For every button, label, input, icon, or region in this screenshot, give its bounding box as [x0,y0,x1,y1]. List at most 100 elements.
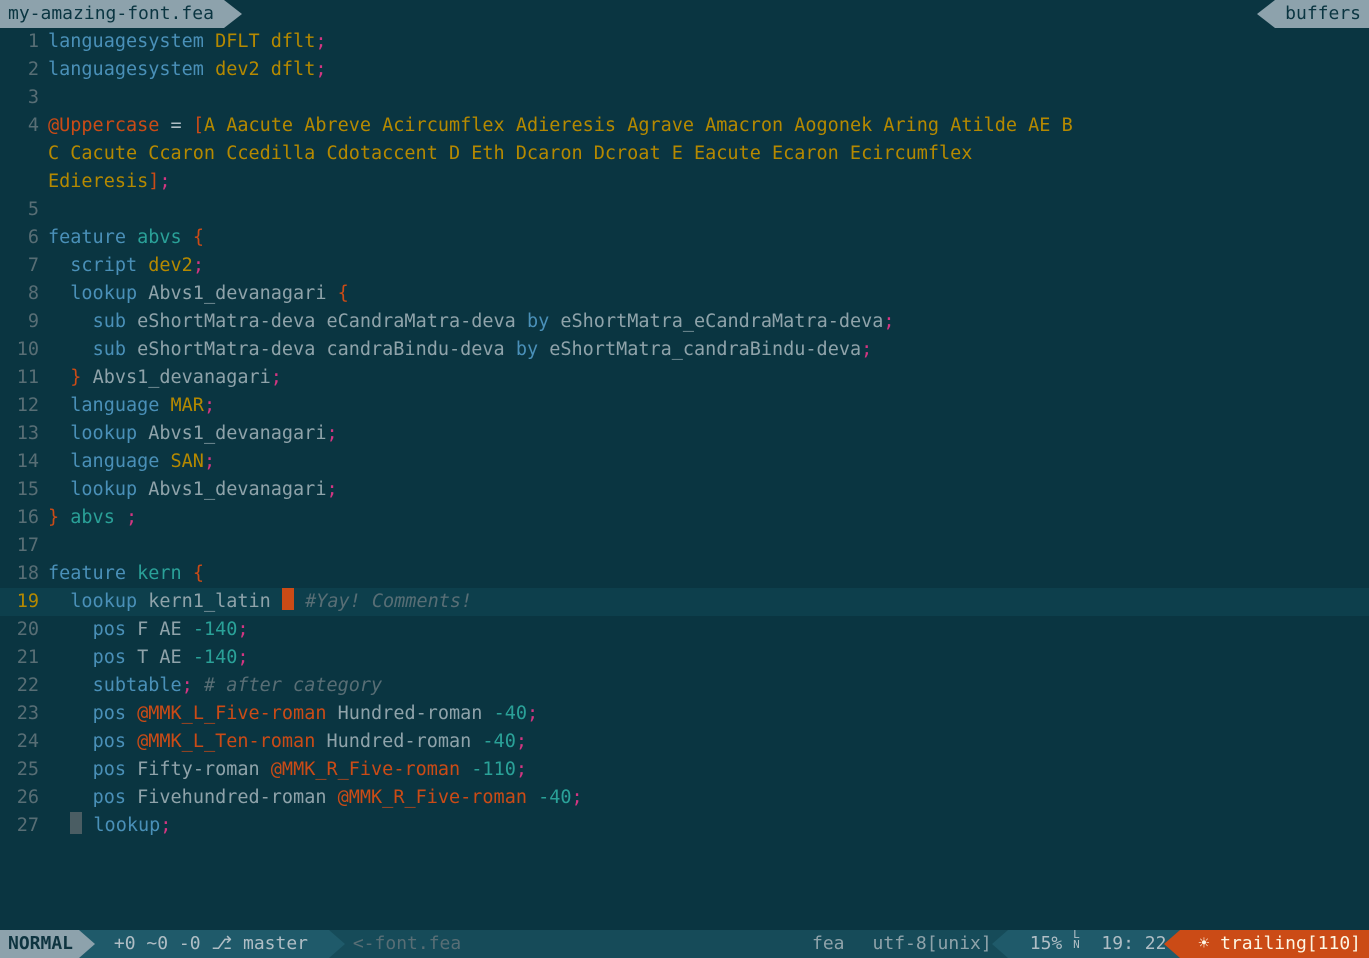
ln-icon: LN [1062,930,1101,958]
code-content[interactable]: @Uppercase = [A Aacute Abreve Acircumfle… [48,112,1369,140]
editor-area[interactable]: 1languagesystem DFLT dflt;2languagesyste… [0,28,1369,840]
line-number: 12 [0,392,48,420]
code-content[interactable]: feature kern { [48,560,1369,588]
code-content[interactable]: subtable; # after category [48,672,1369,700]
trailing-label: ☀ trailing[110] [1198,930,1361,958]
line-number: 11 [0,364,48,392]
code-line[interactable]: 3 [0,84,1369,112]
file-segment: <-font.fea [329,930,798,958]
code-content[interactable]: sub eShortMatra-deva candraBindu-deva by… [48,336,1369,364]
percent-label: 15% [1030,930,1063,958]
code-line[interactable]: 24 pos @MMK_L_Ten-roman Hundred-roman -4… [0,728,1369,756]
code-line[interactable]: 4@Uppercase = [A Aacute Abreve Acircumfl… [0,112,1369,140]
buffers-tab[interactable]: buffers [1275,0,1369,28]
code-line[interactable]: 14 language SAN; [0,448,1369,476]
code-line[interactable]: 17 [0,532,1369,560]
line-number: 17 [0,532,48,560]
line-number: 21 [0,644,48,672]
encoding-segment: utf-8[unix] [859,930,1008,958]
line-number: 20 [0,616,48,644]
code-line[interactable]: 21 pos T AE -140; [0,644,1369,672]
code-line[interactable]: 10 sub eShortMatra-deva candraBindu-deva… [0,336,1369,364]
filetype-label: fea [812,930,845,958]
code-line[interactable]: 15 lookup Abvs1_devanagari; [0,476,1369,504]
line-number: 23 [0,700,48,728]
mode-segment: NORMAL [0,930,79,958]
line-number: 5 [0,196,48,224]
code-line[interactable]: 11 } Abvs1_devanagari; [0,364,1369,392]
code-content[interactable]: language MAR; [48,392,1369,420]
code-line[interactable]: 5 [0,196,1369,224]
code-content[interactable]: script dev2; [48,252,1369,280]
line-number: 14 [0,448,48,476]
code-content[interactable]: pos Fivehundred-roman @MMK_R_Five-roman … [48,784,1369,812]
git-segment: +0 ~0 -0 ⎇ master [79,930,329,958]
line-number: 1 [0,28,48,56]
code-content[interactable]: pos Fifty-roman @MMK_R_Five-roman -110; [48,756,1369,784]
code-content[interactable]: pos F AE -140; [48,616,1369,644]
code-line[interactable]: 19 lookup kern1_latin #Yay! Comments! [0,588,1369,616]
code-content[interactable]: lookup; [48,812,1369,840]
line-number: 26 [0,784,48,812]
code-content[interactable]: C Cacute Ccaron Ccedilla Cdotaccent D Et… [48,140,1369,168]
code-content[interactable]: lookup kern1_latin #Yay! Comments! [48,588,1369,616]
code-line[interactable]: 7 script dev2; [0,252,1369,280]
line-number: 10 [0,336,48,364]
active-file-tab[interactable]: my-amazing-font.fea [0,0,224,28]
code-content[interactable]: } Abvs1_devanagari; [48,364,1369,392]
code-content[interactable]: pos T AE -140; [48,644,1369,672]
code-content[interactable]: lookup Abvs1_devanagari; [48,420,1369,448]
code-line[interactable]: 1languagesystem DFLT dflt; [0,28,1369,56]
code-content[interactable]: languagesystem dev2 dflt; [48,56,1369,84]
line-number: 25 [0,756,48,784]
code-line[interactable]: 6feature abvs { [0,224,1369,252]
line-number: 8 [0,280,48,308]
line-number: 22 [0,672,48,700]
code-line[interactable]: 22 subtable; # after category [0,672,1369,700]
code-line[interactable]: 2languagesystem dev2 dflt; [0,56,1369,84]
code-line[interactable]: 26 pos Fivehundred-roman @MMK_R_Five-rom… [0,784,1369,812]
code-content[interactable]: languagesystem DFLT dflt; [48,28,1369,56]
position-segment: 15% LN 19: 22 [1008,930,1181,958]
line-number: 9 [0,308,48,336]
tab-bar: my-amazing-font.fea buffers [0,0,1369,28]
line-number: 13 [0,420,48,448]
code-line[interactable]: Edieresis]; [0,168,1369,196]
code-line[interactable]: 16} abvs ; [0,504,1369,532]
code-content[interactable]: lookup Abvs1_devanagari { [48,280,1369,308]
mode-label: NORMAL [8,930,73,958]
code-content[interactable]: lookup Abvs1_devanagari; [48,476,1369,504]
status-bar: NORMAL +0 ~0 -0 ⎇ master <-font.fea fea … [0,930,1369,958]
line-number: 7 [0,252,48,280]
line-number: 18 [0,560,48,588]
code-line[interactable]: 20 pos F AE -140; [0,616,1369,644]
code-line[interactable]: 27 lookup; [0,812,1369,840]
code-content[interactable]: pos @MMK_L_Ten-roman Hundred-roman -40; [48,728,1369,756]
code-content[interactable]: pos @MMK_L_Five-roman Hundred-roman -40; [48,700,1369,728]
line-number: 16 [0,504,48,532]
code-line[interactable]: 23 pos @MMK_L_Five-roman Hundred-roman -… [0,700,1369,728]
code-content[interactable]: } abvs ; [48,504,1369,532]
code-line[interactable]: C Cacute Ccaron Ccedilla Cdotaccent D Et… [0,140,1369,168]
tab-filename-label: my-amazing-font.fea [8,0,214,28]
buffers-label: buffers [1285,0,1361,28]
code-line[interactable]: 18feature kern { [0,560,1369,588]
line-number: 6 [0,224,48,252]
code-content[interactable]: language SAN; [48,448,1369,476]
code-line[interactable]: 9 sub eShortMatra-deva eCandraMatra-deva… [0,308,1369,336]
line-number: 24 [0,728,48,756]
code-content[interactable]: sub eShortMatra-deva eCandraMatra-deva b… [48,308,1369,336]
line-number: 4 [0,112,48,140]
code-line[interactable]: 12 language MAR; [0,392,1369,420]
code-content[interactable]: feature abvs { [48,224,1369,252]
line-number: 19 [0,588,48,616]
file-label: <-font.fea [353,930,461,958]
git-status: +0 ~0 -0 ⎇ master [103,930,319,958]
code-content[interactable]: Edieresis]; [48,168,1369,196]
code-line[interactable]: 8 lookup Abvs1_devanagari { [0,280,1369,308]
line-number: 27 [0,812,48,840]
code-line[interactable]: 13 lookup Abvs1_devanagari; [0,420,1369,448]
line-number: 3 [0,84,48,112]
code-line[interactable]: 25 pos Fifty-roman @MMK_R_Five-roman -11… [0,756,1369,784]
trailing-segment: ☀ trailing[110] [1180,930,1369,958]
